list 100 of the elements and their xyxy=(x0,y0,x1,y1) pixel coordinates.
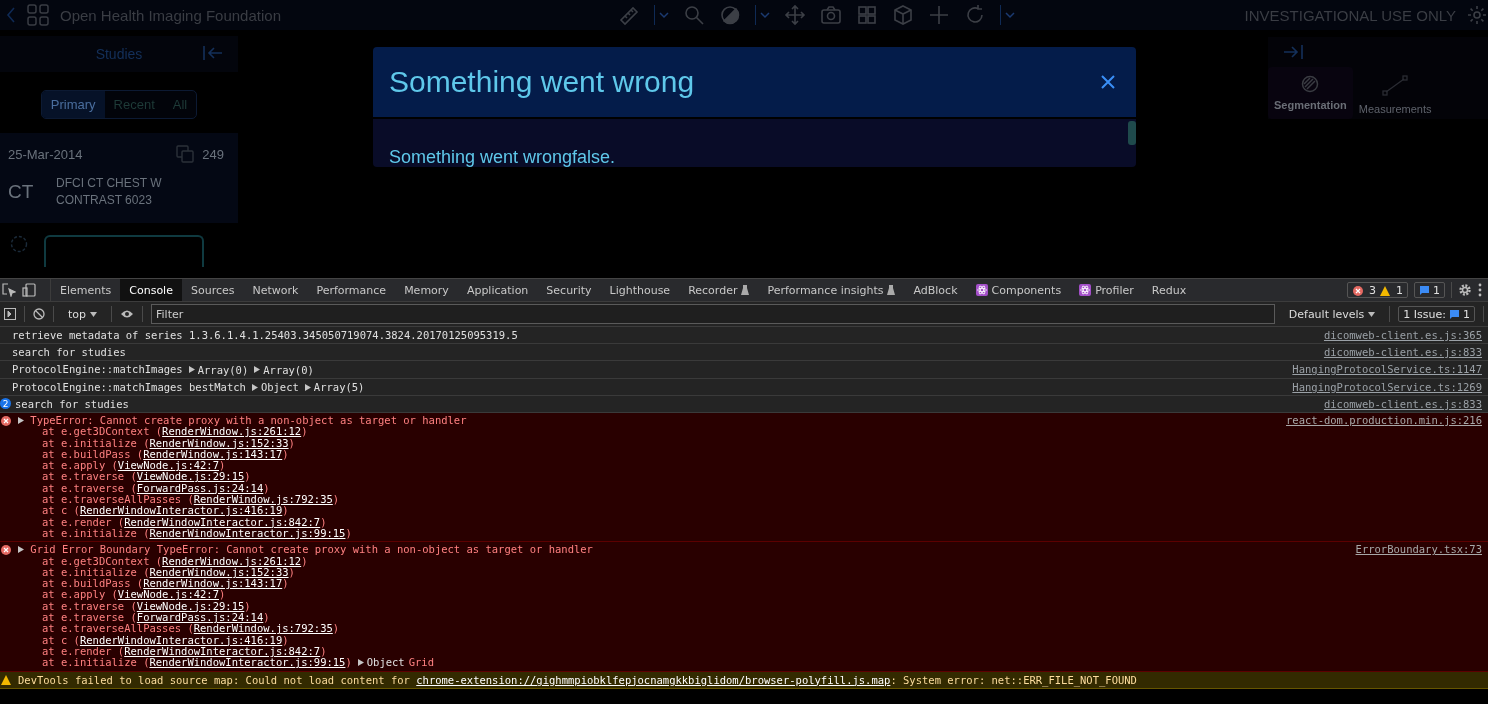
file-link[interactable]: ViewNode.js:42:7 xyxy=(117,459,219,472)
file-link[interactable]: RenderWindowInteractor.js:416:19 xyxy=(79,633,283,646)
settings-icon[interactable] xyxy=(1458,283,1472,297)
collapse-left-icon[interactable] xyxy=(202,44,224,62)
panel-title: Studies xyxy=(95,46,143,62)
stack-frame: at e.traverse (ViewNode.js:29:15) xyxy=(42,599,251,612)
expand-triangle-icon[interactable] xyxy=(18,417,24,424)
source-link[interactable]: HangingProtocolService.ts:1147 xyxy=(1292,363,1482,375)
layout-grid-icon[interactable] xyxy=(855,4,878,26)
expand-triangle-icon[interactable] xyxy=(18,546,24,554)
contrast-icon[interactable] xyxy=(718,4,741,26)
devtools-tab[interactable]: Components xyxy=(966,279,1071,301)
chevron-down-icon[interactable] xyxy=(658,11,669,19)
chevron-down-icon[interactable] xyxy=(1004,11,1015,19)
expand-triangle-icon[interactable] xyxy=(188,366,195,373)
eye-icon[interactable] xyxy=(120,309,135,319)
object-preview[interactable]: Array(0) xyxy=(254,363,314,376)
file-link[interactable]: RenderWindow.js:261:12 xyxy=(162,425,302,438)
camera-icon[interactable] xyxy=(819,4,842,26)
file-link[interactable]: RenderWindow.js:792:35 xyxy=(193,493,333,506)
crosshair-icon[interactable] xyxy=(927,4,950,26)
study-filter-tab[interactable]: Primary xyxy=(41,91,105,118)
ruler-icon[interactable] xyxy=(617,4,640,26)
devtools-tab[interactable]: Console xyxy=(120,279,182,301)
inspect-element-icon[interactable] xyxy=(2,283,16,297)
device-toolbar-icon[interactable] xyxy=(22,283,36,297)
issue-counter[interactable]: 3 1 xyxy=(1347,282,1408,298)
chevron-down-icon[interactable] xyxy=(759,11,770,19)
sidebar-toggle-icon[interactable] xyxy=(4,308,16,320)
thumbnail-frame[interactable] xyxy=(44,235,204,267)
devtools-tab[interactable]: Recorder xyxy=(679,279,759,301)
expand-triangle-icon[interactable] xyxy=(304,383,311,391)
warning-count: 1 xyxy=(1396,283,1403,297)
object-preview[interactable]: Object xyxy=(251,381,299,393)
devtools-tab[interactable]: Elements xyxy=(51,279,121,301)
issues-button[interactable]: 1 Issue: 1 xyxy=(1398,306,1475,322)
move-arrows-icon[interactable] xyxy=(783,4,806,26)
file-link[interactable]: ViewNode.js:29:15 xyxy=(136,599,245,612)
file-link[interactable]: RenderWindow.js:792:35 xyxy=(193,622,333,635)
source-link[interactable]: react-dom.production.min.js:216 xyxy=(1286,415,1482,427)
devtools-tab[interactable]: Redux xyxy=(1142,279,1196,301)
cube-icon[interactable] xyxy=(891,4,914,26)
clear-console-icon[interactable] xyxy=(33,308,45,320)
file-link[interactable]: ForwardPass.js:24:14 xyxy=(136,611,264,624)
react-logo-icon xyxy=(1079,284,1092,296)
panel-tab[interactable]: Segmentation xyxy=(1268,67,1353,119)
source-link[interactable]: dicomweb-client.es.js:833 xyxy=(1323,346,1482,358)
file-link[interactable]: RenderWindowInteractor.js:842:7 xyxy=(124,515,321,528)
object-preview[interactable]: Object xyxy=(357,657,405,669)
devtools-tab[interactable]: Performance insights xyxy=(758,279,905,301)
logo-grid-icon xyxy=(26,4,50,26)
line-measure-icon xyxy=(1382,75,1409,97)
source-link[interactable]: ErrorBoundary.tsx:73 xyxy=(1355,544,1482,556)
devtools-tab[interactable]: Application xyxy=(457,279,538,301)
devtools-tab[interactable]: Profiler xyxy=(1070,279,1143,301)
file-link[interactable]: ViewNode.js:42:7 xyxy=(117,588,219,601)
file-link[interactable]: ForwardPass.js:24:14 xyxy=(136,481,264,494)
devtools-tab[interactable]: Lighthouse xyxy=(600,279,680,301)
devtools-tab[interactable]: Security xyxy=(537,279,601,301)
expand-triangle-icon[interactable] xyxy=(357,659,364,667)
repeat-count: 2 xyxy=(0,398,11,409)
stack-icon xyxy=(176,145,195,163)
flask-icon xyxy=(741,285,750,295)
stack-frame: at e.buildPass (RenderWindow.js:143:17) xyxy=(42,577,289,590)
error-message: Grid Error Boundary TypeError: Cannot create proxy with a non-object as target or handler xyxy=(30,543,593,556)
study-card[interactable]: 25-Mar-2014 249 CT DFCI CT CHEST W CONTRAST 6023 xyxy=(0,133,238,223)
object-preview[interactable]: Array(5) xyxy=(304,381,365,393)
search-icon[interactable] xyxy=(682,4,705,26)
file-link[interactable]: RenderWindow.js:261:12 xyxy=(162,554,302,567)
devtools-tab[interactable]: Performance xyxy=(307,279,396,301)
devtools-tab[interactable]: Sources xyxy=(181,279,244,301)
error-icon xyxy=(1353,285,1363,296)
context-selector[interactable]: top xyxy=(62,306,104,322)
source-link[interactable]: dicomweb-client.es.js:365 xyxy=(1323,329,1482,341)
file-link[interactable]: ViewNode.js:29:15 xyxy=(136,470,245,483)
stack-frame: at e.initialize (RenderWindowInteractor.js:99:15) xyxy=(42,656,352,669)
expand-right-icon[interactable] xyxy=(1282,43,1304,61)
devtools-tab[interactable]: AdBlock xyxy=(904,279,967,301)
message-counter[interactable]: 1 xyxy=(1414,282,1445,298)
log-levels-dropdown[interactable]: Default levels xyxy=(1282,306,1382,322)
source-map-link[interactable]: chrome-extension://gighmmpiobklfepjocnamgkkbiglidom/browser-polyfill.js.map xyxy=(416,673,891,686)
scrollbar-thumb[interactable] xyxy=(1128,121,1136,145)
stack-frame: at e.initialize (RenderWindow.js:152:33) xyxy=(42,436,295,449)
stack-frame: at c (RenderWindowInteractor.js:416:19) xyxy=(42,633,289,646)
loading-spinner-icon xyxy=(10,235,28,253)
filter-input[interactable]: Filter xyxy=(151,304,1275,324)
file-link[interactable]: RenderWindowInteractor.js:416:19 xyxy=(79,504,283,517)
file-link[interactable]: RenderWindow.js:152:33 xyxy=(149,436,289,449)
log-message: retrieve metadata of series 1.3.6.1.4.1.25403.345050719074.3824.20170125095319.5 xyxy=(12,329,518,341)
object-preview[interactable]: Array(0) xyxy=(188,363,249,376)
source-link[interactable]: dicomweb-client.es.js:833 xyxy=(1323,398,1482,410)
source-link[interactable]: HangingProtocolService.ts:1269 xyxy=(1292,380,1482,393)
more-options-icon[interactable] xyxy=(1478,283,1482,297)
devtools-tab[interactable]: Memory xyxy=(395,279,458,301)
devtools-tab[interactable]: Network xyxy=(243,279,308,301)
back-chevron-icon[interactable] xyxy=(6,7,16,23)
file-link[interactable]: RenderWindow.js:143:17 xyxy=(143,577,283,590)
expand-triangle-icon[interactable] xyxy=(254,366,261,373)
expand-triangle-icon[interactable] xyxy=(251,383,258,391)
file-link[interactable]: RenderWindowInteractor.js:99:15 xyxy=(149,656,346,669)
